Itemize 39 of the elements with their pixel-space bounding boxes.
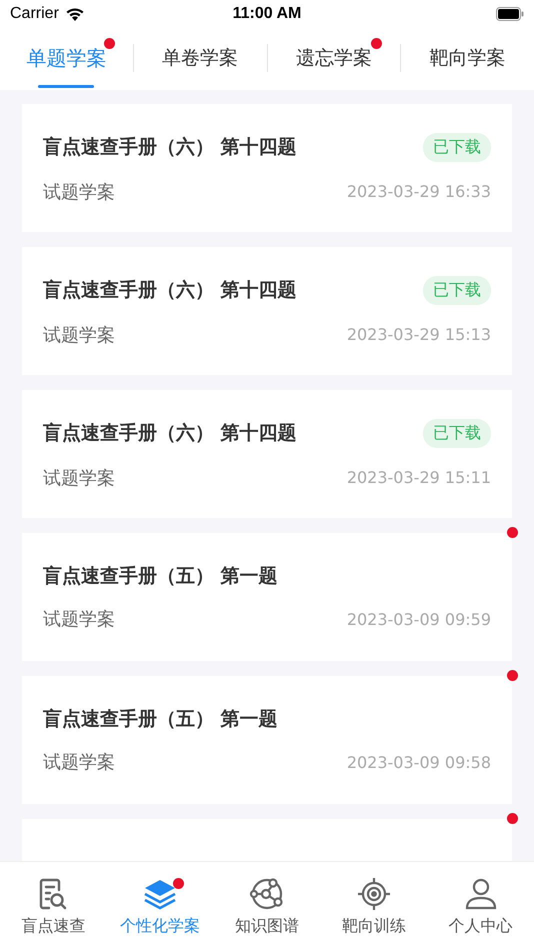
study-card[interactable]: 盲点速查手册（五） 第一题 试题学案 2023-03-09 09:58 bbox=[22, 676, 512, 804]
downloaded-tag: 已下载 bbox=[423, 418, 491, 448]
battery-icon bbox=[496, 7, 524, 21]
target-icon bbox=[356, 876, 392, 912]
card-date: 2023-03-29 15:13 bbox=[346, 325, 491, 344]
tab-indicator bbox=[38, 85, 94, 88]
card-date: 2023-03-29 16:33 bbox=[346, 182, 491, 201]
card-subtitle: 试题学案 bbox=[43, 751, 115, 774]
tab[interactable]: 遗忘学案 bbox=[268, 28, 400, 88]
network-icon bbox=[248, 876, 285, 912]
card-date: 2023-03-29 15:11 bbox=[346, 468, 491, 487]
tab[interactable]: 靶向学案 bbox=[401, 28, 534, 88]
card-title: 盲点速查手册（六） 第十四题 bbox=[43, 135, 297, 160]
wifi-icon bbox=[64, 7, 85, 21]
card-title: 盲点速查手册（五） 第一题 bbox=[43, 564, 278, 589]
carrier-label: Carrier bbox=[10, 5, 59, 23]
study-card[interactable]: 盲点速查手册（六） 第十四题 已下载 试题学案 2023-03-29 15:13 bbox=[22, 247, 512, 375]
downloaded-tag: 已下载 bbox=[423, 132, 491, 162]
tab[interactable]: 单卷学案 bbox=[134, 28, 266, 88]
downloaded-tag: 已下载 bbox=[423, 276, 491, 304]
card-subtitle: 试题学案 bbox=[43, 180, 115, 204]
card-date: 2023-03-09 09:59 bbox=[346, 610, 491, 628]
tab[interactable]: 单题学案 bbox=[0, 28, 133, 88]
card-title: 盲点速查手册（五） 第一题 bbox=[43, 707, 278, 732]
card-title: 盲点速查手册（六） 第十四题 bbox=[43, 278, 297, 303]
nav-item[interactable]: 靶向训练 bbox=[320, 862, 428, 950]
nav-item[interactable]: 知识图谱 bbox=[214, 862, 320, 950]
study-card[interactable]: 盲点速查手册（五） 第一题 试题学案 2023-03-09 09:59 bbox=[22, 533, 512, 661]
card-subtitle: 试题学案 bbox=[43, 466, 115, 490]
nav-item[interactable]: 个性化学案 bbox=[106, 862, 214, 950]
clock-time: 11:00 AM bbox=[232, 5, 302, 23]
card-subtitle: 试题学案 bbox=[43, 324, 115, 346]
nav-item[interactable]: 盲点速查 bbox=[0, 862, 107, 950]
study-card[interactable]: 盲点速查手册（六） 第十四题 已下载 试题学案 2023-03-29 16:33 bbox=[22, 104, 512, 232]
nav-item[interactable]: 个人中心 bbox=[427, 862, 534, 950]
card-date: 2023-03-09 09:58 bbox=[346, 752, 491, 772]
card-title: 盲点速查手册（六） 第十四题 bbox=[43, 421, 297, 446]
study-card[interactable]: 盲点速查手册（六） 第十四题 已下载 试题学案 2023-03-29 15:11 bbox=[22, 390, 512, 518]
card-subtitle: 试题学案 bbox=[43, 608, 115, 631]
